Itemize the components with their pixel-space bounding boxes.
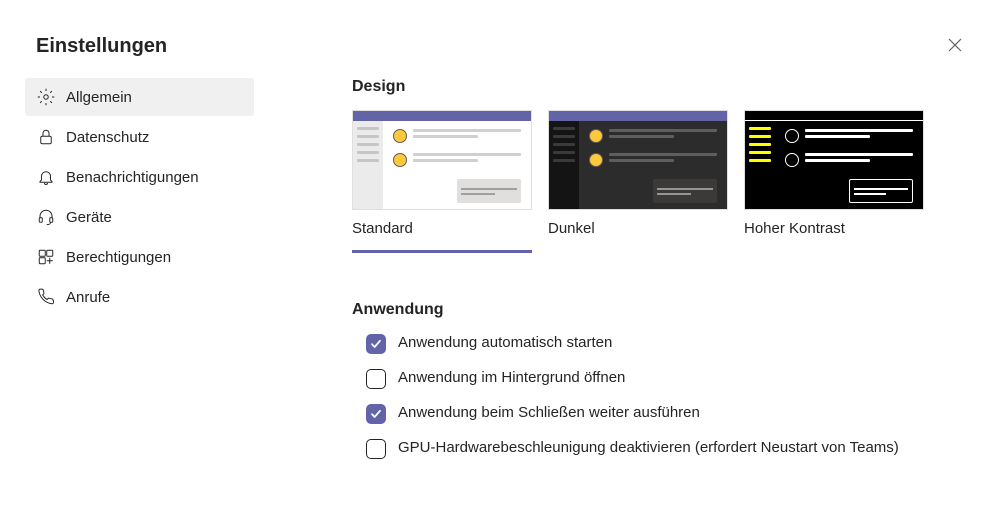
design-heading: Design	[352, 78, 975, 96]
sidebar-item-calls[interactable]: Anrufe	[25, 278, 254, 316]
sidebar-item-privacy[interactable]: Datenschutz	[25, 118, 254, 156]
sidebar-item-label: Allgemein	[66, 89, 132, 106]
close-button[interactable]	[943, 34, 967, 58]
sidebar-item-label: Berechtigungen	[66, 249, 171, 266]
phone-icon	[36, 287, 56, 307]
checkbox-icon	[366, 369, 386, 389]
theme-label: Hoher Kontrast	[744, 220, 845, 237]
theme-preview-standard	[352, 110, 532, 210]
sidebar-item-label: Benachrichtigungen	[66, 169, 199, 186]
theme-preview-dark	[548, 110, 728, 210]
theme-preview-contrast	[744, 110, 924, 210]
checkbox-label: Anwendung im Hintergrund öffnen	[398, 368, 625, 388]
theme-card-dark[interactable]: Dunkel	[548, 110, 728, 253]
checkbox-label: GPU-Hardwarebeschleunigung deaktivieren …	[398, 438, 899, 458]
theme-card-contrast[interactable]: Hoher Kontrast	[744, 110, 924, 253]
checkbox-disable-gpu[interactable]: GPU-Hardwarebeschleunigung deaktivieren …	[366, 438, 975, 459]
theme-card-standard[interactable]: Standard	[352, 110, 532, 253]
checkbox-icon	[366, 439, 386, 459]
theme-selector: Standard Dunkel	[352, 110, 975, 253]
application-options: Anwendung automatisch starten Anwendung …	[352, 333, 975, 459]
checkbox-run-on-close[interactable]: Anwendung beim Schließen weiter ausführe…	[366, 403, 975, 424]
sidebar-item-permissions[interactable]: Berechtigungen	[25, 238, 254, 276]
sidebar-item-devices[interactable]: Geräte	[25, 198, 254, 236]
theme-label: Standard	[352, 220, 413, 237]
lock-icon	[36, 127, 56, 147]
checkbox-icon	[366, 334, 386, 354]
sidebar-item-label: Datenschutz	[66, 129, 149, 146]
gear-icon	[36, 87, 56, 107]
application-heading: Anwendung	[352, 301, 975, 319]
main-content: Design Standard	[254, 78, 995, 459]
theme-label: Dunkel	[548, 220, 595, 237]
checkbox-label: Anwendung automatisch starten	[398, 333, 612, 353]
sidebar-item-label: Geräte	[66, 209, 112, 226]
sidebar-item-notifications[interactable]: Benachrichtigungen	[25, 158, 254, 196]
permissions-icon	[36, 247, 56, 267]
checkbox-icon	[366, 404, 386, 424]
sidebar-item-general[interactable]: Allgemein	[25, 78, 254, 116]
page-title: Einstellungen	[36, 35, 167, 58]
bell-icon	[36, 167, 56, 187]
checkbox-open-background[interactable]: Anwendung im Hintergrund öffnen	[366, 368, 975, 389]
checkbox-auto-start[interactable]: Anwendung automatisch starten	[366, 333, 975, 354]
headset-icon	[36, 207, 56, 227]
checkbox-label: Anwendung beim Schließen weiter ausführe…	[398, 403, 700, 423]
sidebar: Allgemein Datenschutz Benachrichtigungen…	[0, 78, 254, 459]
sidebar-item-label: Anrufe	[66, 289, 110, 306]
close-icon	[948, 36, 962, 57]
